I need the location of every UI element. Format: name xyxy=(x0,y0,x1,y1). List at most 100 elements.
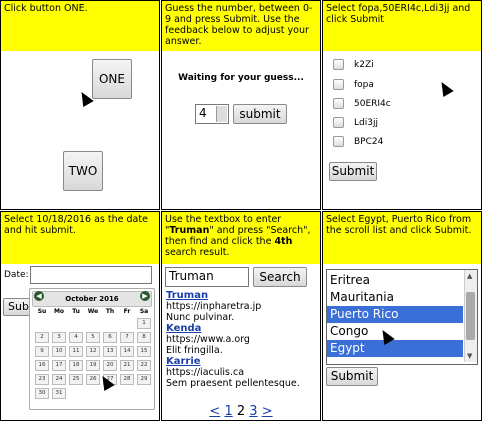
next-month-icon[interactable]: ▶ xyxy=(140,291,150,301)
checkbox-label: k2Zi xyxy=(354,59,374,70)
country-listbox[interactable]: Eritrea Mauritania Puerto Rico Congo Egypt ▲… xyxy=(326,269,478,365)
spinner-icon[interactable] xyxy=(216,106,227,122)
checkbox-label: fopa xyxy=(354,79,374,90)
pager-page-1[interactable]: 1 xyxy=(224,404,232,419)
calendar-day[interactable]: 15 xyxy=(137,346,151,357)
checkbox-row[interactable]: k2Zi xyxy=(333,59,374,70)
listbox-option[interactable]: Mauritania xyxy=(327,289,463,306)
cell-checkbox-select: Select fopa,50ERI4c,Ldi3jj and click Sub… xyxy=(322,0,482,210)
instruction: Select Egypt, Puerto Rico from the scrol… xyxy=(323,212,481,264)
calendar-day[interactable]: 13 xyxy=(103,346,117,357)
scroll-up-icon[interactable]: ▲ xyxy=(467,272,472,280)
search-button[interactable]: Search xyxy=(253,267,307,287)
guess-input[interactable]: 4 xyxy=(195,104,229,124)
listbox-option[interactable]: Puerto Rico xyxy=(327,306,463,323)
checkbox-label: BPC24 xyxy=(354,136,384,147)
calendar-day[interactable]: 18 xyxy=(69,360,83,371)
result-url: https://www.a.org xyxy=(166,334,250,345)
cell-click-button: Click button ONE. ONE TWO xyxy=(0,0,160,210)
result-desc: Sem praesent pellentesque. xyxy=(166,378,300,389)
calendar-day[interactable]: 10 xyxy=(52,346,66,357)
calendar-day[interactable]: 20 xyxy=(103,360,117,371)
calendar-day[interactable]: 7 xyxy=(120,332,134,343)
pager-page-2: 2 xyxy=(236,404,246,419)
instruction: Select fopa,50ERI4c,Ldi3jj and click Sub… xyxy=(323,1,481,51)
calendar-day[interactable]: 17 xyxy=(52,360,66,371)
calendar-day[interactable]: 1 xyxy=(137,318,151,329)
checkbox-row[interactable]: fopa xyxy=(333,79,374,90)
pager-prev[interactable]: < xyxy=(209,404,220,419)
calendar-day[interactable]: 6 xyxy=(103,332,117,343)
result-url: https://inpharetra.jp xyxy=(166,301,262,312)
checkbox-row[interactable]: 50ERI4c xyxy=(333,98,391,109)
checkbox-row[interactable]: Ldi3jj xyxy=(333,117,378,128)
result-title[interactable]: Kenda xyxy=(166,323,316,334)
result-desc: Elit fringilla. xyxy=(166,345,223,356)
calendar-day[interactable]: 4 xyxy=(69,332,83,343)
calendar-day[interactable]: 30 xyxy=(35,388,49,399)
instruction: Click button ONE. xyxy=(1,1,159,51)
button-two[interactable]: TWO xyxy=(63,151,103,191)
listbox-option[interactable]: Eritrea xyxy=(327,272,463,289)
submit-button[interactable]: Submit xyxy=(329,162,377,181)
mouse-cursor-icon xyxy=(436,78,454,98)
calendar-day[interactable]: 21 xyxy=(120,360,134,371)
pager: < 1 2 3 > xyxy=(162,404,320,419)
calendar-day[interactable]: 11 xyxy=(69,346,83,357)
instruction-term: Truman xyxy=(169,225,210,236)
listbox-option[interactable]: Congo xyxy=(327,323,463,340)
cell-scroll-list: Select Egypt, Puerto Rico from the scrol… xyxy=(322,211,482,421)
prev-month-icon[interactable]: ◀ xyxy=(34,291,44,301)
instruction: Select 10/18/2016 as the date and hit su… xyxy=(1,212,159,264)
checkbox[interactable] xyxy=(333,136,344,147)
scrollbar-thumb[interactable] xyxy=(466,292,475,340)
button-one[interactable]: ONE xyxy=(92,59,132,99)
calendar-day[interactable]: 28 xyxy=(120,374,134,385)
calendar-day[interactable]: 31 xyxy=(52,388,66,399)
pager-page-3[interactable]: 3 xyxy=(249,404,257,419)
calendar-day[interactable]: 16 xyxy=(35,360,49,371)
calendar-day[interactable]: 9 xyxy=(35,346,49,357)
calendar-month-title: October 2016 xyxy=(65,295,119,303)
instruction-rank: 4th xyxy=(274,236,293,247)
calendar-day[interactable]: 19 xyxy=(86,360,100,371)
submit-button[interactable]: Submit xyxy=(326,367,378,386)
listbox-option[interactable]: Egypt xyxy=(327,340,463,357)
calendar-day[interactable]: 2 xyxy=(35,332,49,343)
calendar-day[interactable]: 3 xyxy=(52,332,66,343)
calendar-day[interactable]: 14 xyxy=(120,346,134,357)
calendar-day[interactable]: 23 xyxy=(35,374,49,385)
checkbox[interactable] xyxy=(333,98,344,109)
calendar-day[interactable]: 5 xyxy=(86,332,100,343)
calendar-weekday: We xyxy=(87,308,99,315)
checkbox-label: Ldi3jj xyxy=(354,117,378,128)
cell-guess-number: Guess the number, between 0-9 and press … xyxy=(161,0,321,210)
calendar-day[interactable]: 25 xyxy=(69,374,83,385)
instruction: Use the textbox to enter "Truman" and pr… xyxy=(162,212,320,264)
submit-button[interactable]: submit xyxy=(233,104,287,124)
search-input[interactable]: Truman xyxy=(165,267,249,287)
checkbox[interactable] xyxy=(333,117,344,128)
checkbox[interactable] xyxy=(333,79,344,90)
date-input[interactable] xyxy=(30,266,152,284)
calendar-header: October 2016 xyxy=(32,291,152,307)
listbox-scrollbar[interactable]: ▲ ▼ xyxy=(464,270,477,362)
scroll-down-icon[interactable]: ▼ xyxy=(467,352,472,360)
result-title[interactable]: Truman xyxy=(166,290,316,301)
search-results: Truman https://inpharetra.jp Nunc pulvin… xyxy=(166,290,316,389)
calendar-day[interactable]: 12 xyxy=(86,346,100,357)
checkbox-label: 50ERI4c xyxy=(354,98,391,109)
calendar-weekday: Mo xyxy=(53,308,65,315)
calendar-day[interactable]: 22 xyxy=(137,360,151,371)
checkbox-row[interactable]: BPC24 xyxy=(333,136,383,147)
calendar-weekday: Fr xyxy=(123,308,131,315)
result-title[interactable]: Karrie xyxy=(166,356,316,367)
pager-next[interactable]: > xyxy=(262,404,273,419)
result-desc: Nunc pulvinar. xyxy=(166,312,235,323)
calendar-day[interactable]: 29 xyxy=(137,374,151,385)
result-url: https://iaculis.ca xyxy=(166,367,245,378)
checkbox[interactable] xyxy=(333,59,344,70)
calendar-day[interactable]: 8 xyxy=(137,332,151,343)
listbox-options: Eritrea Mauritania Puerto Rico Congo Egypt xyxy=(327,272,463,357)
calendar-day[interactable]: 24 xyxy=(52,374,66,385)
